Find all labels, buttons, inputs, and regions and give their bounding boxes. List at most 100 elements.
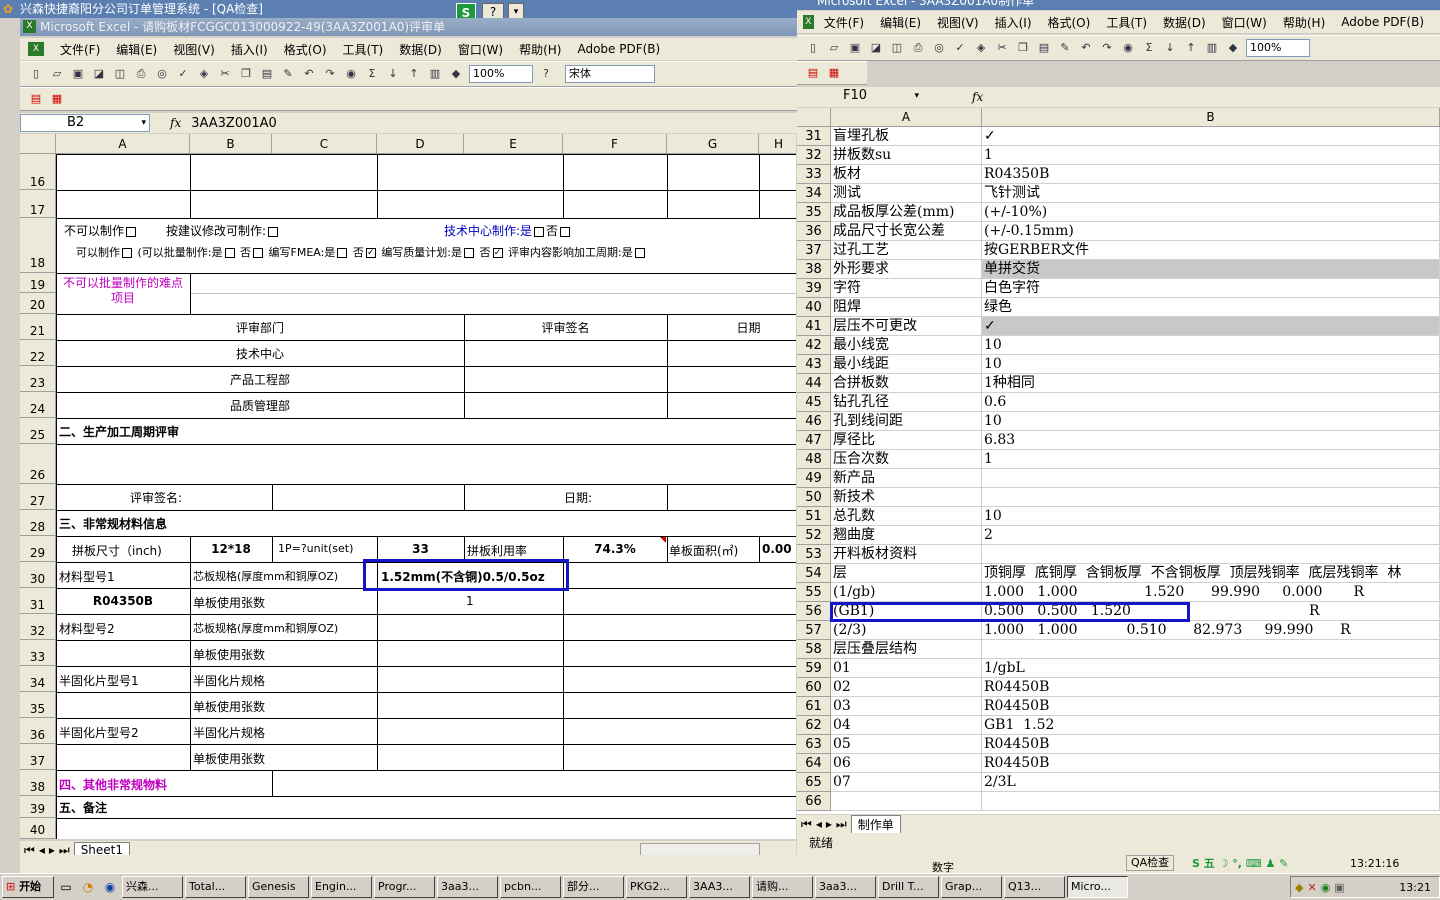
right-cell-b[interactable]: 2/3L (982, 773, 1440, 792)
right-cell-b[interactable]: ✓ (982, 127, 1440, 146)
checkbox-tech-yes[interactable] (534, 226, 545, 237)
row-header-31[interactable]: 31 (20, 588, 56, 614)
excel-doc-icon[interactable]: X (28, 42, 44, 56)
right-cell-b[interactable]: 1 (982, 146, 1440, 165)
right-cell-a[interactable]: 03 (831, 697, 982, 716)
right-row-header[interactable]: 41 (797, 317, 831, 336)
right-row-header[interactable]: 31 (797, 127, 831, 146)
right-cell-a[interactable]: 成品尺寸长宽公差 (831, 222, 982, 241)
right-autosum-icon[interactable]: Σ (1141, 40, 1157, 56)
menu-file[interactable]: 文件(F) (60, 41, 100, 58)
right-cell-a[interactable]: 层压不可更改 (831, 317, 982, 336)
right-cell-b[interactable]: 白色字符 (982, 279, 1440, 298)
right-cell-a[interactable]: 05 (831, 735, 982, 754)
right-cell-b[interactable]: (+/-10%) (982, 203, 1440, 222)
task-item-6[interactable]: 3aa3... (437, 876, 498, 898)
row-header-39[interactable]: 39 (20, 796, 56, 818)
drawing-icon[interactable]: ◆ (448, 66, 464, 82)
right-preview-icon[interactable]: ◎ (931, 40, 947, 56)
row-header-17[interactable]: 17 (20, 190, 56, 218)
right-cell-b[interactable]: 绿色 (982, 298, 1440, 317)
right-formula-value[interactable] (993, 88, 1440, 106)
quicklaunch-desktop-icon[interactable]: ▭ (56, 880, 76, 894)
right-tab-next-icon[interactable]: ▸ (826, 817, 832, 831)
menu-adobe-pdf[interactable]: Adobe PDF(B) (577, 42, 660, 56)
right-row-header[interactable]: 58 (797, 640, 831, 659)
right-cell-a[interactable]: 成品板厚公差(mm) (831, 203, 982, 222)
col-header-h[interactable]: H (759, 134, 796, 154)
right-cell-a[interactable]: 盲埋孔板 (831, 127, 982, 146)
right-cell-b[interactable]: 飞针测试 (982, 184, 1440, 203)
right-row-header[interactable]: 61 (797, 697, 831, 716)
tray-icon-4[interactable]: ▣ (1334, 881, 1344, 894)
right-row-header[interactable]: 39 (797, 279, 831, 298)
row-header-30[interactable]: 30 (20, 562, 56, 588)
research-icon[interactable]: ◈ (196, 66, 212, 82)
start-button[interactable]: ⊞ 开始 (2, 876, 54, 898)
row-header-38[interactable]: 38 (20, 770, 56, 796)
right-corner[interactable] (797, 108, 831, 127)
task-item-16[interactable]: Micro... (1067, 876, 1128, 898)
redo-icon[interactable]: ↷ (322, 66, 338, 82)
panel-size-value[interactable]: 12*18 (190, 542, 272, 556)
zoom-combo[interactable]: 100% (469, 65, 533, 83)
right-name-box[interactable]: F10 ▾ (797, 88, 922, 106)
right-spelling-icon[interactable]: ✓ (952, 40, 968, 56)
right-cell-a[interactable]: 板材 (831, 165, 982, 184)
right-cell-b[interactable]: 顶铜厚 底铜厚 含铜板厚 不含铜板厚 顶层残铜率 底层残铜率 林 (982, 564, 1440, 583)
right-tab-first-icon[interactable]: ⏮ (801, 817, 812, 832)
right-paste-icon[interactable]: ▤ (1036, 40, 1052, 56)
right-cell-b[interactable]: 10 (982, 507, 1440, 526)
row-header-19[interactable]: 19 (20, 273, 56, 293)
right-save-icon[interactable]: ▣ (847, 40, 863, 56)
tray-icon-1[interactable]: ◆ (1295, 881, 1303, 894)
right-cell-b[interactable]: R04450B (982, 735, 1440, 754)
task-item-13[interactable]: Drill T... (878, 876, 939, 898)
row-header-34[interactable]: 34 (20, 666, 56, 692)
copy-icon[interactable]: ❐ (238, 66, 254, 82)
right-cell-b[interactable]: 1 (982, 450, 1440, 469)
checkbox-qp-yes[interactable] (464, 248, 475, 258)
right-research-icon[interactable]: ◈ (973, 40, 989, 56)
right-row-header[interactable]: 63 (797, 735, 831, 754)
right-cell-b[interactable]: 6.83 (982, 431, 1440, 450)
sort-asc-icon[interactable]: ↓ (385, 66, 401, 82)
right-cell-a[interactable]: 字符 (831, 279, 982, 298)
right-cell-b[interactable]: 1种相同 (982, 374, 1440, 393)
right-row-header[interactable]: 52 (797, 526, 831, 545)
right-zoom-combo[interactable]: 100% (1246, 39, 1310, 57)
task-item-2[interactable]: Total... (185, 876, 246, 898)
board-count-value[interactable]: 1 (466, 594, 474, 608)
checkbox-cycle-yes[interactable] (634, 248, 645, 258)
checkbox-can-make[interactable] (122, 248, 132, 258)
right-cell-b[interactable]: 1.000 1.000 1.520 99.990 0.000 R (982, 583, 1440, 602)
right-tab-prev-icon[interactable]: ◂ (816, 817, 822, 831)
right-cell-a[interactable]: 翘曲度 (831, 526, 982, 545)
right-namebox-dropdown-icon[interactable]: ▾ (914, 88, 919, 104)
right-menu-tools[interactable]: 工具(T) (1106, 14, 1147, 31)
checkbox-suggest-modify[interactable] (268, 226, 279, 237)
left-name-box[interactable]: B2 ▾ (20, 114, 150, 132)
right-cell-b[interactable]: (+/-0.15mm) (982, 222, 1440, 241)
right-cell-b[interactable]: R04450B (982, 678, 1440, 697)
right-pdf-email-icon[interactable]: ▦ (826, 65, 842, 81)
right-cell-a[interactable]: 层压叠层结构 (831, 640, 982, 659)
right-cell-a[interactable] (831, 792, 982, 811)
menu-edit[interactable]: 编辑(E) (116, 41, 157, 58)
right-cell-a[interactable]: 测试 (831, 184, 982, 203)
right-cell-a[interactable]: 开料板材资料 (831, 545, 982, 564)
mat1-value[interactable]: R04350B (56, 594, 190, 608)
right-col-header-b[interactable]: B (982, 108, 1440, 127)
menu-data[interactable]: 数据(D) (399, 41, 442, 58)
checkbox-fmea-yes[interactable] (337, 248, 348, 258)
right-cell-a[interactable]: 钻孔孔径 (831, 393, 982, 412)
left-corner[interactable] (20, 134, 56, 154)
right-cell-a[interactable]: 过孔工艺 (831, 241, 982, 260)
row-header-23[interactable]: 23 (20, 366, 56, 392)
right-cell-a[interactable]: 06 (831, 754, 982, 773)
row-header-35[interactable]: 35 (20, 692, 56, 718)
help-circle-icon[interactable]: ? (538, 66, 554, 82)
checkbox-cannot-make[interactable] (126, 226, 137, 237)
right-row-header[interactable]: 46 (797, 412, 831, 431)
task-item-3[interactable]: Genesis (248, 876, 309, 898)
